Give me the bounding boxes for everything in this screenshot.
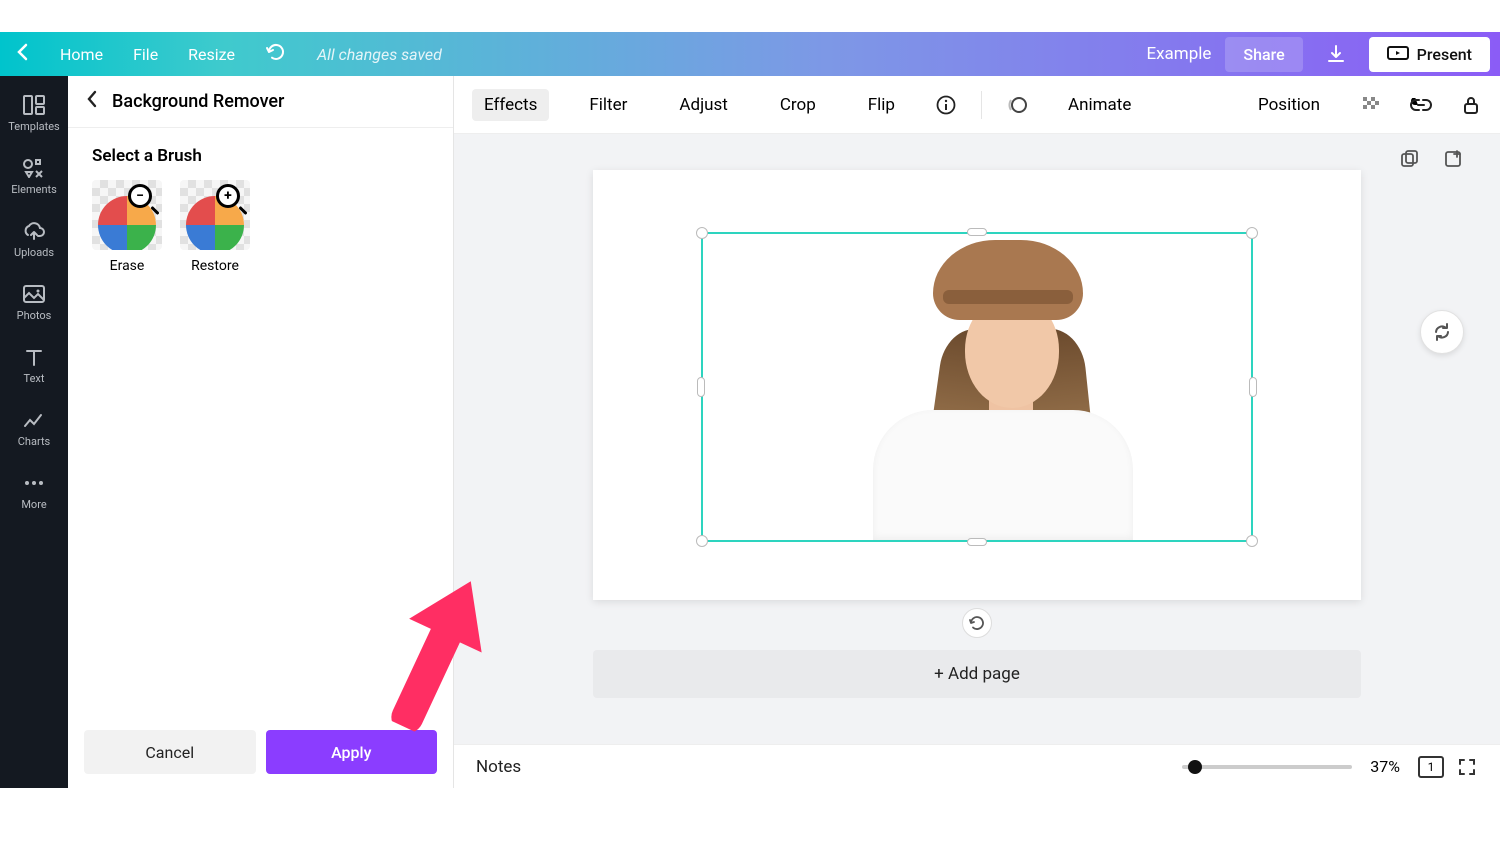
resize-handle-tr[interactable]: [1246, 227, 1258, 239]
side-panel: Background Remover Select a Brush − Eras…: [68, 76, 454, 788]
transparency-icon[interactable]: [1360, 94, 1382, 116]
more-icon: [21, 472, 47, 494]
workspace: Templates Elements Uploads Photos Text C…: [0, 76, 1500, 788]
rotate-icon[interactable]: [962, 608, 992, 638]
add-page-button[interactable]: + Add page: [593, 650, 1361, 698]
cancel-button[interactable]: Cancel: [84, 730, 256, 774]
brush-heading: Select a Brush: [92, 146, 429, 166]
selection-box[interactable]: [701, 232, 1253, 542]
brush-restore[interactable]: + Restore: [180, 180, 250, 274]
refresh-fab[interactable]: [1420, 310, 1464, 354]
page-grid-icon[interactable]: 1: [1418, 756, 1444, 778]
canvas-area: Effects Filter Adjust Crop Flip Animate …: [454, 76, 1500, 788]
save-status: All changes saved: [317, 45, 442, 64]
share-button[interactable]: Share: [1225, 37, 1302, 72]
lock-icon[interactable]: [1460, 94, 1482, 116]
back-chevron-icon[interactable]: [16, 43, 30, 65]
resize-handle-br[interactable]: [1246, 535, 1258, 547]
rail-templates-label: Templates: [8, 120, 59, 133]
brush-restore-label: Restore: [191, 258, 239, 274]
home-link[interactable]: Home: [60, 45, 103, 64]
brush-erase-label: Erase: [110, 258, 145, 274]
rail-charts[interactable]: Charts: [18, 409, 50, 448]
tab-flip[interactable]: Flip: [856, 89, 907, 121]
tab-adjust[interactable]: Adjust: [667, 89, 739, 121]
templates-icon: [21, 94, 47, 116]
page-actions: [1398, 148, 1464, 170]
rail-text-label: Text: [24, 372, 45, 385]
position-button[interactable]: Position: [1246, 89, 1332, 121]
present-button[interactable]: Present: [1369, 37, 1490, 72]
rail-uploads-label: Uploads: [14, 246, 54, 259]
zoom-slider-thumb[interactable]: [1188, 760, 1202, 774]
panel-body: Select a Brush − Erase + Restore: [68, 128, 453, 718]
rail-charts-label: Charts: [18, 435, 50, 448]
apply-button[interactable]: Apply: [266, 730, 438, 774]
resize-handle-tl[interactable]: [696, 227, 708, 239]
resize-handle-ml[interactable]: [697, 377, 705, 397]
zoom-in-icon: +: [216, 184, 246, 214]
rail-photos[interactable]: Photos: [17, 283, 52, 322]
file-menu[interactable]: File: [133, 45, 158, 64]
photos-icon: [21, 283, 47, 305]
tab-crop[interactable]: Crop: [768, 89, 828, 121]
zoom-out-icon: −: [128, 184, 158, 214]
undo-icon[interactable]: [265, 42, 287, 66]
panel-footer: Cancel Apply: [68, 718, 453, 788]
tab-effects[interactable]: Effects: [472, 89, 549, 121]
rail-elements[interactable]: Elements: [11, 157, 57, 196]
panel-back-icon[interactable]: [86, 90, 98, 113]
canvas-main[interactable]: + Add page: [454, 134, 1500, 788]
charts-icon: [21, 409, 47, 431]
design-page[interactable]: [593, 170, 1361, 600]
add-page-icon[interactable]: [1442, 148, 1464, 170]
rail-text[interactable]: Text: [21, 346, 47, 385]
image-subject: [873, 240, 1133, 540]
rail-more[interactable]: More: [21, 472, 47, 511]
bottom-bar: Notes 37% 1: [454, 744, 1500, 788]
brush-erase-thumb: −: [92, 180, 162, 250]
rail-photos-label: Photos: [17, 309, 52, 322]
link-icon[interactable]: [1410, 94, 1432, 116]
resize-handle-mr[interactable]: [1249, 377, 1257, 397]
elements-icon: [21, 157, 47, 179]
topbar-left: Home File Resize All changes saved: [16, 42, 442, 66]
notes-button[interactable]: Notes: [476, 757, 521, 777]
rail-elements-label: Elements: [11, 183, 57, 196]
panel-title: Background Remover: [112, 91, 284, 112]
download-icon[interactable]: [1317, 35, 1355, 73]
resize-menu[interactable]: Resize: [188, 45, 235, 64]
info-icon[interactable]: [935, 94, 957, 116]
zoom-percent[interactable]: 37%: [1370, 757, 1400, 776]
left-rail: Templates Elements Uploads Photos Text C…: [0, 76, 68, 788]
top-bar: Home File Resize All changes saved Examp…: [0, 32, 1500, 76]
resize-handle-bl[interactable]: [696, 535, 708, 547]
text-icon: [21, 346, 47, 368]
brush-erase[interactable]: − Erase: [92, 180, 162, 274]
rail-uploads[interactable]: Uploads: [14, 220, 54, 259]
tab-filter[interactable]: Filter: [577, 89, 639, 121]
rail-templates[interactable]: Templates: [8, 94, 59, 133]
animate-icon: [1006, 94, 1028, 116]
duplicate-page-icon[interactable]: [1398, 148, 1420, 170]
resize-handle-mb[interactable]: [967, 538, 987, 546]
uploads-icon: [21, 220, 47, 242]
zoom-slider[interactable]: [1182, 765, 1352, 769]
present-label: Present: [1417, 45, 1472, 64]
panel-header: Background Remover: [68, 76, 453, 128]
rail-more-label: More: [21, 498, 46, 511]
fullscreen-icon[interactable]: [1456, 756, 1478, 778]
brush-restore-thumb: +: [180, 180, 250, 250]
tab-animate[interactable]: Animate: [1056, 89, 1143, 121]
edit-toolbar: Effects Filter Adjust Crop Flip Animate …: [454, 76, 1500, 134]
topbar-right: Example Share Present: [1146, 35, 1490, 73]
example-label[interactable]: Example: [1146, 44, 1211, 64]
resize-handle-mt[interactable]: [967, 228, 987, 236]
